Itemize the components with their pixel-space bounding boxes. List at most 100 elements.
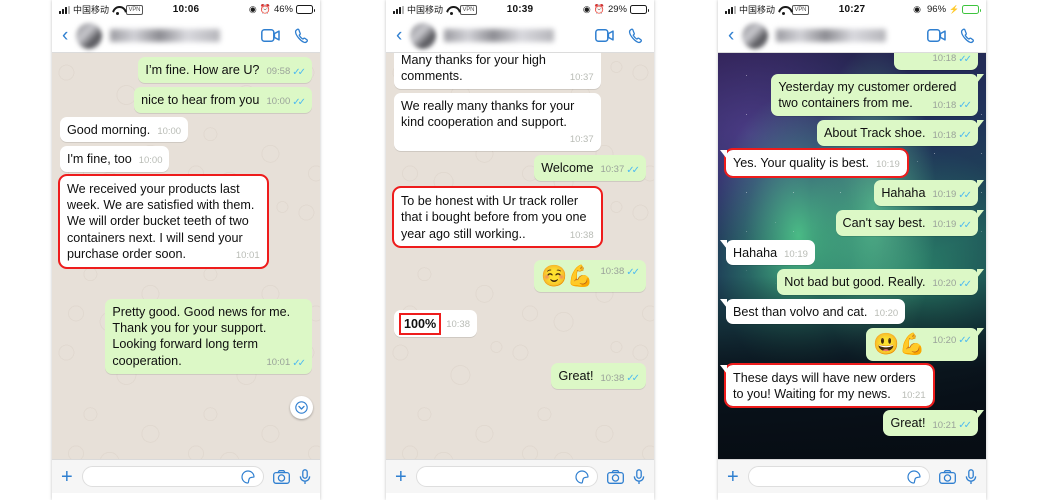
message-row: Welcome 10:37 ✓✓ <box>394 154 646 181</box>
camera-icon[interactable] <box>273 469 290 484</box>
message-meta: 10:37 <box>570 72 594 84</box>
chat-nav-bar: ‹ <box>52 19 320 53</box>
nav-actions <box>927 28 976 44</box>
message-row: We received your products last week. We … <box>58 173 312 269</box>
battery-icon <box>630 5 649 14</box>
message-bubble-highlighted[interactable]: Yes. Your quality is best. 10:19 <box>720 148 909 178</box>
message-bubble[interactable]: Hahaha 10:19 <box>720 239 815 266</box>
message-list[interactable]: Many thanks for your high comments. 10:37… <box>386 53 654 459</box>
chat-nav-bar: ‹ <box>386 19 654 53</box>
message-bubble[interactable]: 10:18 ✓✓ <box>894 53 978 70</box>
message-bubble[interactable]: I'm fine, too 10:00 <box>60 146 170 172</box>
read-receipt-ticks: ✓✓ <box>958 335 972 347</box>
chat-nav-bar: ‹ <box>718 19 986 53</box>
sticker-icon[interactable] <box>575 469 589 484</box>
read-receipt-ticks: ✓✓ <box>626 373 640 385</box>
message-meta: 10:00 ✓✓ <box>266 96 305 109</box>
back-button[interactable]: ‹ <box>728 26 734 45</box>
message-bubble[interactable]: nice to hear from you 10:00 ✓✓ <box>134 87 312 113</box>
message-text: To be honest with Ur track roller that i… <box>401 193 587 241</box>
message-text: Can't say best. <box>842 215 926 230</box>
sticker-icon[interactable] <box>907 469 921 484</box>
message-bubble[interactable]: Can't say best. 10:19 ✓✓ <box>835 209 985 236</box>
contact-name-blurred[interactable] <box>444 29 555 42</box>
message-input[interactable] <box>81 466 264 487</box>
message-row: 100% 10:38 <box>394 309 646 338</box>
video-call-icon[interactable] <box>927 29 946 42</box>
message-bubble[interactable]: Great! 10:38 ✓✓ <box>551 363 646 390</box>
message-bubble[interactable]: 😃💪 10:20 ✓✓ <box>866 328 984 361</box>
message-bubble[interactable]: Yesterday my customer ordered two contai… <box>771 74 984 117</box>
message-bubble[interactable]: ☺️💪 10:38 ✓✓ <box>534 259 646 292</box>
phone-icon[interactable] <box>294 28 310 44</box>
contact-avatar[interactable] <box>410 22 437 49</box>
message-text: Yes. Your quality is best. <box>733 156 870 171</box>
battery-percent-label: 29% <box>607 4 627 15</box>
back-button[interactable]: ‹ <box>62 26 68 45</box>
message-bubble-highlighted[interactable]: To be honest with Ur track roller that i… <box>392 185 603 248</box>
contact-avatar[interactable] <box>76 22 103 49</box>
phone-icon[interactable] <box>960 28 976 44</box>
message-text: 😃💪 <box>873 333 926 357</box>
message-time: 10:18 <box>932 99 957 111</box>
contact-name-blurred[interactable] <box>776 29 887 42</box>
message-text: 100% <box>398 312 442 336</box>
microphone-icon[interactable] <box>299 468 311 485</box>
message-bubble[interactable]: We really many thanks for your kind coop… <box>394 92 601 151</box>
message-list[interactable]: I’m fine. How are U? 09:58 ✓✓ nice to hear … <box>52 53 320 459</box>
message-time: 10:20 <box>874 308 899 320</box>
message-bubble[interactable]: I’m fine. How are U? 09:58 ✓✓ <box>138 57 312 83</box>
message-text: We received your products last week. We … <box>67 181 255 262</box>
message-time: 10:00 <box>138 155 163 167</box>
back-button[interactable]: ‹ <box>396 26 402 45</box>
message-row: Great! 10:38 ✓✓ <box>394 363 646 390</box>
message-bubble[interactable]: Hahaha 10:19 ✓✓ <box>874 179 984 206</box>
message-meta: 10:20 ✓✓ <box>932 278 971 291</box>
contact-name-blurred[interactable] <box>110 29 221 42</box>
camera-icon[interactable] <box>939 469 956 484</box>
message-bubble[interactable]: Great! 10:21 ✓✓ <box>883 410 984 437</box>
message-row: Hahaha 10:19 ✓✓ <box>726 179 984 206</box>
message-text: Yesterday my customer ordered two contai… <box>778 80 957 111</box>
message-row: To be honest with Ur track roller that i… <box>392 185 646 248</box>
microphone-icon[interactable] <box>965 468 977 485</box>
message-time: 10:37 <box>569 134 594 146</box>
message-bubble[interactable]: About Track shoe. 10:18 ✓✓ <box>816 120 985 147</box>
message-input[interactable] <box>747 466 930 487</box>
message-text: Hahaha <box>733 245 778 260</box>
video-call-icon[interactable] <box>261 29 280 42</box>
message-bubble[interactable]: Welcome 10:37 ✓✓ <box>534 154 646 181</box>
phone-icon[interactable] <box>628 28 644 44</box>
message-row: Yesterday my customer ordered two contai… <box>726 74 984 117</box>
message-row: Pretty good. Good news for me. Thank you… <box>60 298 312 374</box>
message-bubble[interactable]: Many thanks for your high comments. 10:37 <box>394 53 601 89</box>
message-bubble-highlighted[interactable]: We received your products last week. We … <box>58 173 269 269</box>
message-bubble[interactable]: Good morning. 10:00 <box>60 117 189 143</box>
message-meta: 10:37 ✓✓ <box>600 164 639 177</box>
camera-icon[interactable] <box>607 469 624 484</box>
message-bubble-highlighted[interactable]: These days will have new orders to you! … <box>720 362 935 409</box>
message-time: 10:21 <box>932 419 957 431</box>
attach-plus-button[interactable]: + <box>727 467 739 487</box>
microphone-icon[interactable] <box>633 468 645 485</box>
message-time: 09:58 <box>266 66 291 78</box>
message-bubble[interactable]: Pretty good. Good news for me. Thank you… <box>105 298 312 374</box>
home-indicator-area <box>386 493 654 500</box>
contact-avatar[interactable] <box>742 22 769 49</box>
message-meta: 10:00 <box>139 155 163 167</box>
message-text: We really many thanks for your kind coop… <box>401 98 575 130</box>
message-meta: 10:20 <box>874 308 898 320</box>
message-row: Can't say best. 10:19 ✓✓ <box>726 209 985 236</box>
message-bubble-highlighted[interactable]: 100% 10:38 <box>394 309 477 338</box>
message-bubble[interactable]: Not bad but good. Really. 10:20 ✓✓ <box>777 269 984 296</box>
chevron-down-icon[interactable] <box>290 396 313 419</box>
message-bubble[interactable]: Best than volvo and cat. 10:20 <box>719 299 906 325</box>
message-input[interactable] <box>415 466 598 487</box>
sticker-icon[interactable] <box>241 469 255 484</box>
video-call-icon[interactable] <box>595 29 614 42</box>
message-list[interactable]: 10:18 ✓✓ Yesterday my customer ordered two… <box>718 53 986 459</box>
message-row: Yes. Your quality is best. 10:19 <box>720 148 978 178</box>
attach-plus-button[interactable]: + <box>395 467 407 487</box>
attach-plus-button[interactable]: + <box>61 467 73 487</box>
message-meta: 10:38 <box>446 319 470 331</box>
